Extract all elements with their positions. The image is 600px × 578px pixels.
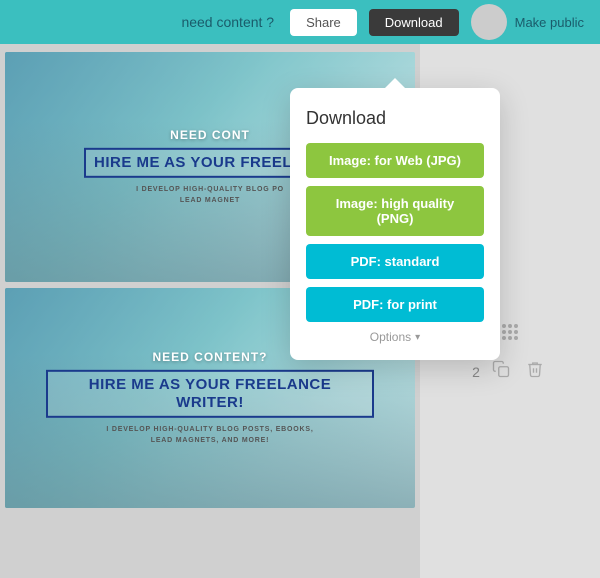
make-public-label: Make public [515, 15, 584, 30]
download-pdf-print-button[interactable]: PDF: for print [306, 287, 484, 322]
card-headline-2: HIRE ME AS YOUR FREELANCE WRITER! [46, 370, 374, 418]
download-dropdown: Download Image: for Web (JPG) Image: hig… [290, 88, 500, 360]
card-text-2: NEED CONTENT? HIRE ME AS YOUR FREELANCE … [46, 350, 374, 446]
options-label: Options [370, 330, 411, 344]
drag-handle-icon [502, 324, 518, 340]
copy-button[interactable] [488, 356, 514, 387]
card-sub-2: I DEVELOP HIGH-QUALITY BLOG POSTS, EBOOK… [46, 424, 374, 446]
make-public-container: Make public [471, 4, 584, 40]
delete-button[interactable] [522, 356, 548, 387]
download-pdf-standard-button[interactable]: PDF: standard [306, 244, 484, 279]
main-area: NEED CONT HIRE ME AS YOUR FREELANC I DEV… [0, 44, 600, 578]
share-button[interactable]: Share [290, 9, 357, 36]
page-actions: 2 [472, 356, 548, 387]
options-link[interactable]: Options ▾ [306, 330, 484, 344]
download-jpg-button[interactable]: Image: for Web (JPG) [306, 143, 484, 178]
chevron-down-icon: ▾ [415, 332, 420, 343]
need-content-label: need content ? [181, 14, 274, 30]
download-button[interactable]: Download [369, 9, 459, 36]
download-png-button[interactable]: Image: high quality (PNG) [306, 186, 484, 236]
page-number: 2 [472, 364, 480, 380]
dropdown-title: Download [306, 108, 484, 129]
make-public-toggle[interactable] [471, 4, 507, 40]
top-bar: need content ? Share Download Make publi… [0, 0, 600, 44]
